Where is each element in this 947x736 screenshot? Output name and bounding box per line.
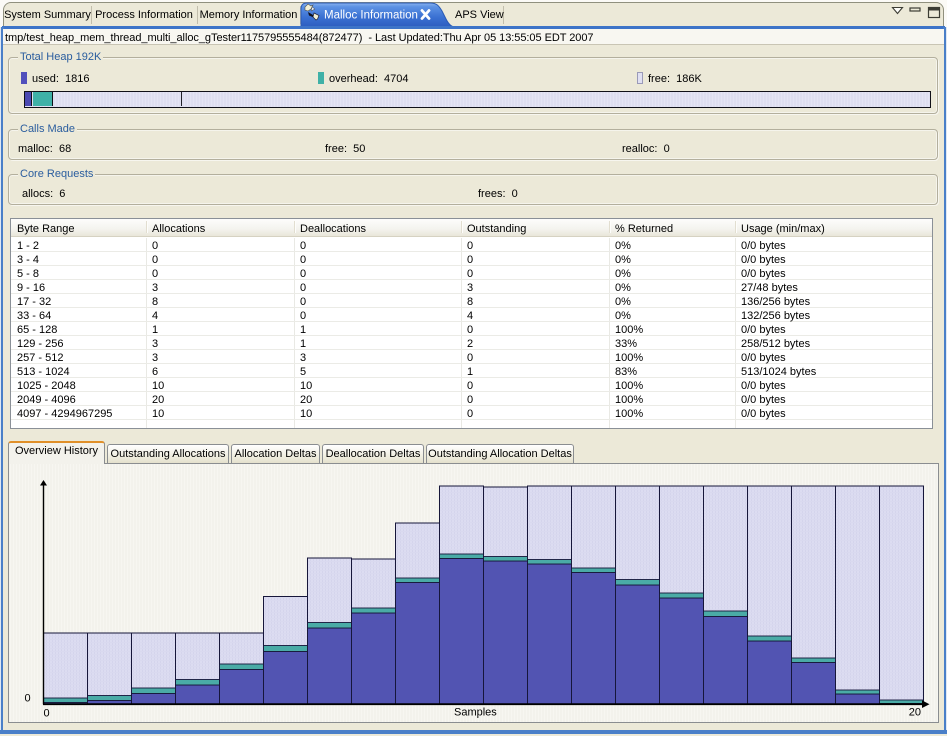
svg-text:0: 0 <box>25 693 31 705</box>
svg-text:Malloc Information: Malloc Information <box>324 10 418 22</box>
svg-text:0: 0 <box>44 708 50 720</box>
svg-text:20: 20 <box>909 707 921 719</box>
svg-text:Samples: Samples <box>454 707 497 719</box>
